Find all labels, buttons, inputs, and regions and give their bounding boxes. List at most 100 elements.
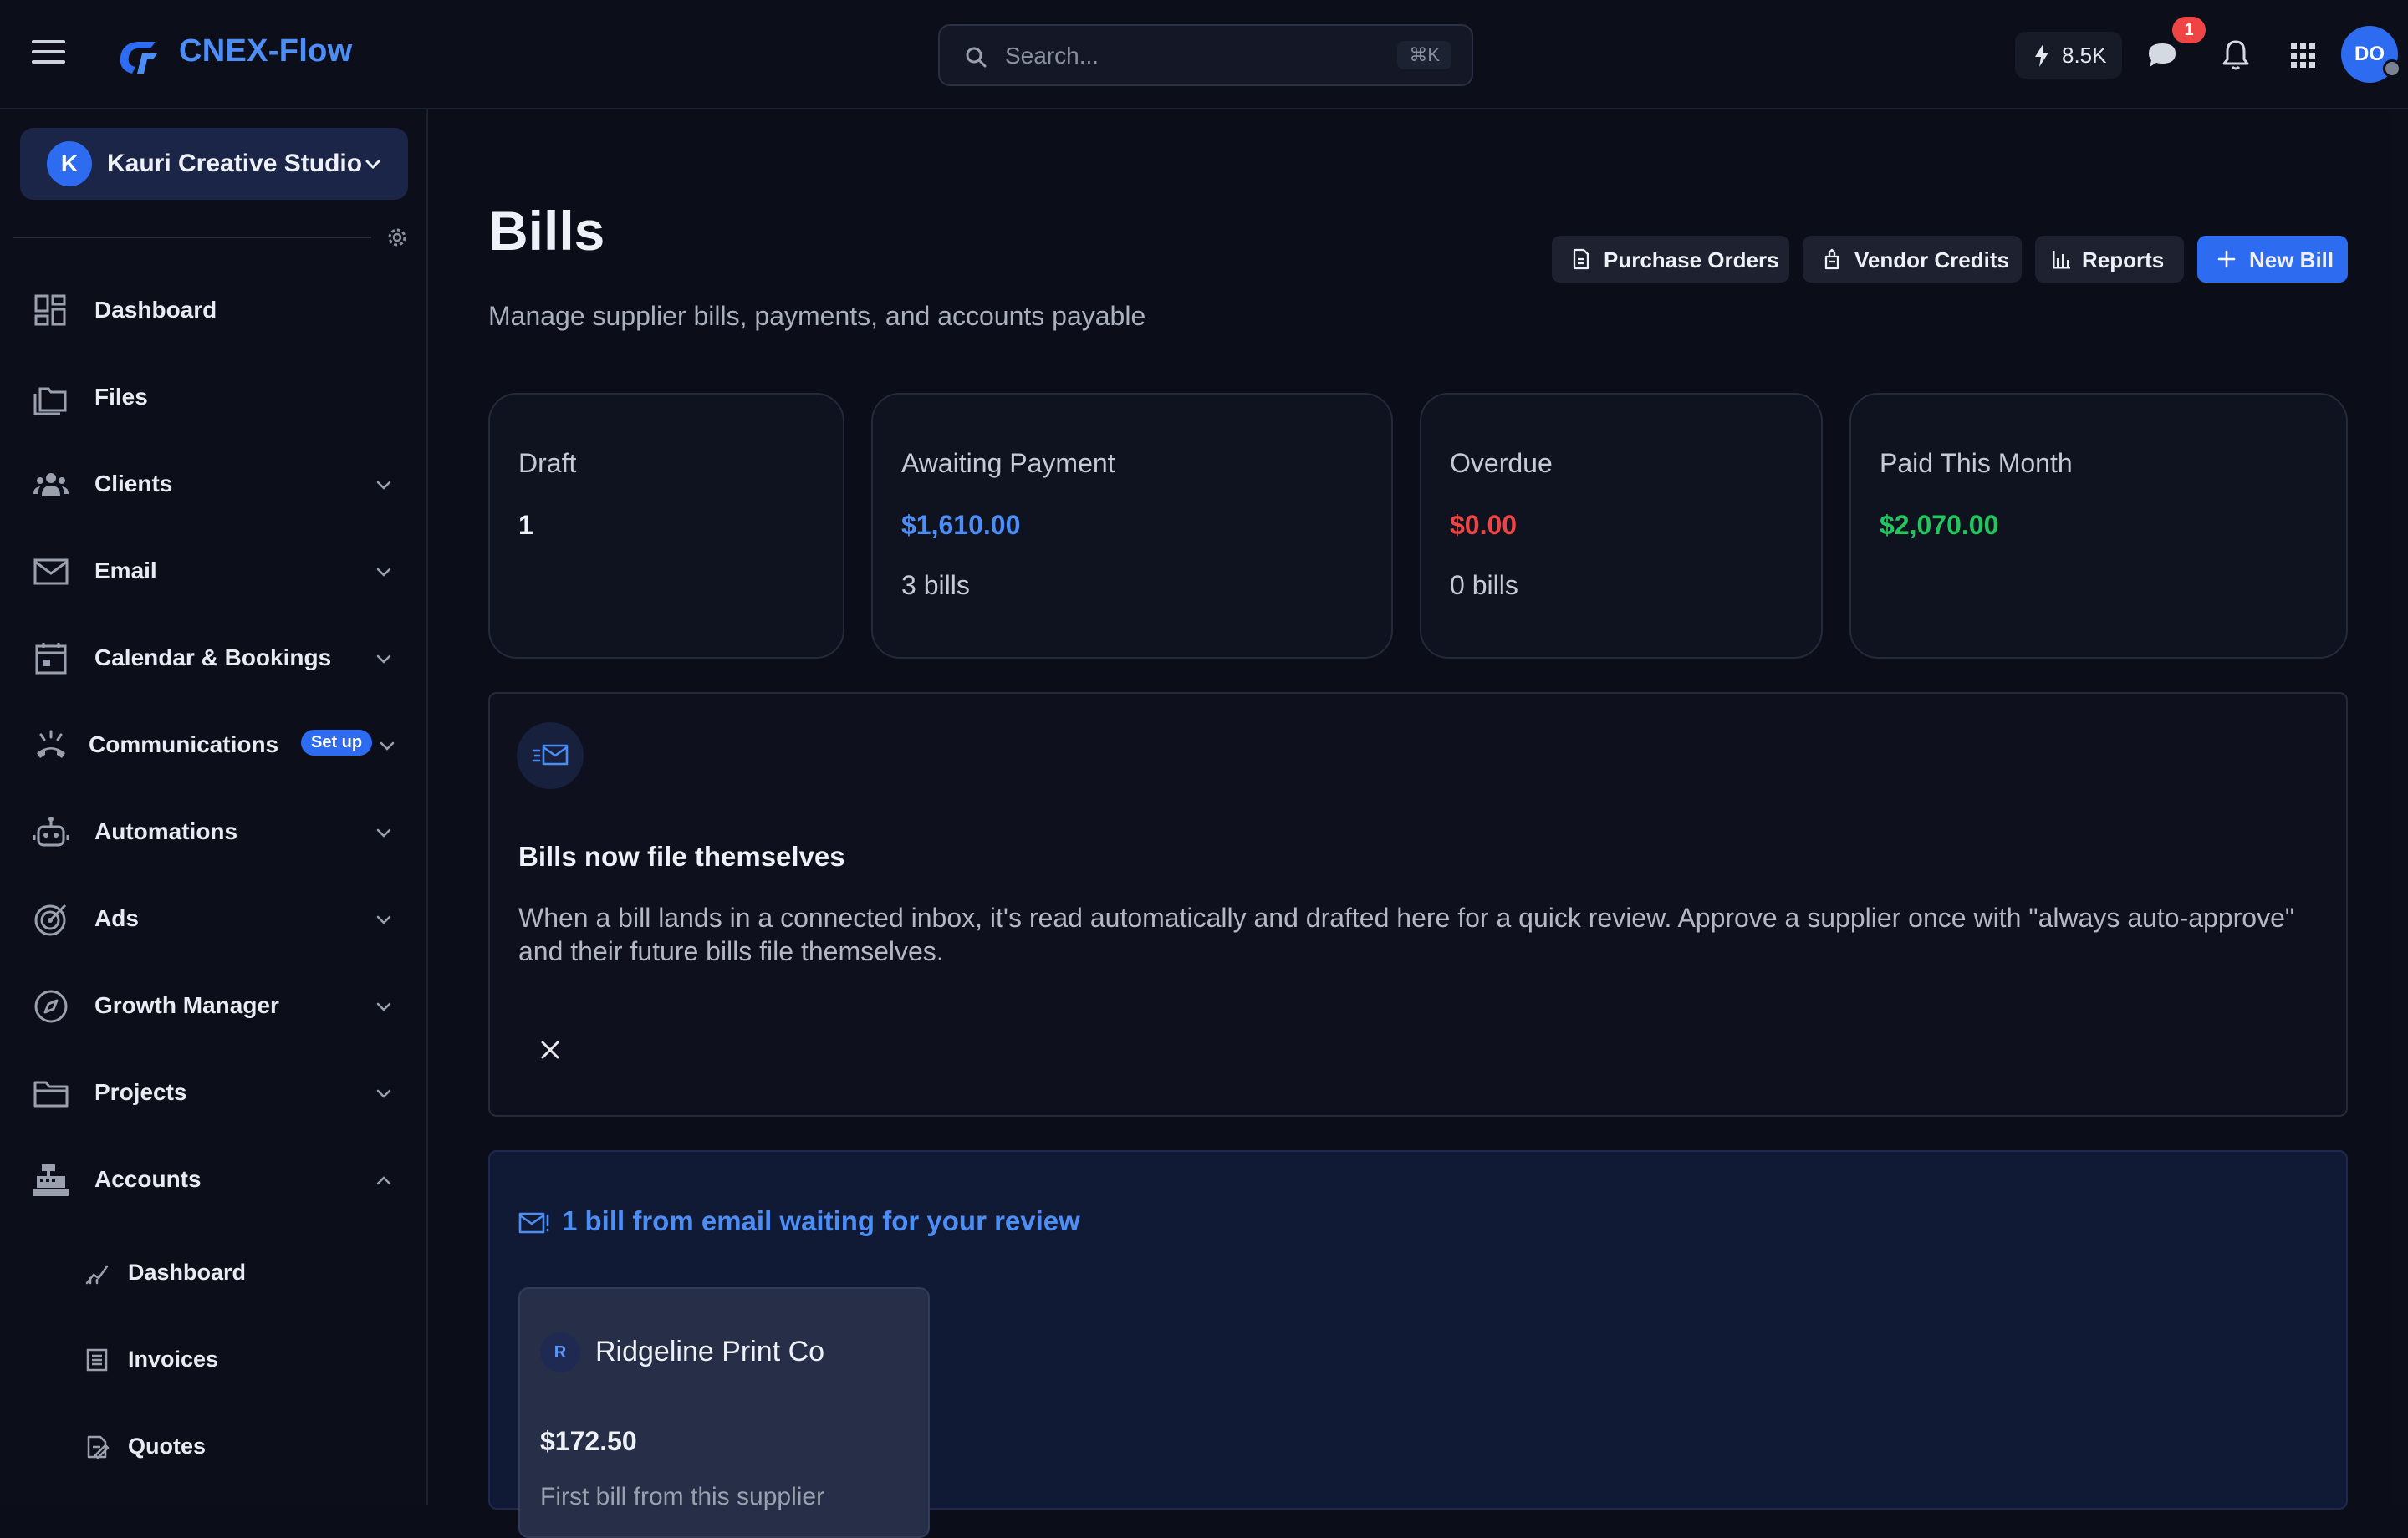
document-icon bbox=[1573, 248, 1589, 270]
button-label: Vendor Credits bbox=[1854, 247, 2009, 272]
app-name: CNEX-Flow bbox=[179, 33, 353, 69]
sidebar-item-label: Files bbox=[94, 384, 148, 410]
user-avatar[interactable]: DO bbox=[2341, 26, 2401, 83]
sidebar-item-label: Clients bbox=[94, 471, 173, 497]
stat-value: $2,070.00 bbox=[1880, 510, 1999, 540]
sidebar-subitem-invoices[interactable]: Invoices bbox=[0, 1327, 426, 1393]
vendor-avatar: R bbox=[540, 1332, 580, 1372]
purchase-orders-button[interactable]: Purchase Orders bbox=[1552, 236, 1789, 283]
org-avatar: K bbox=[47, 141, 92, 186]
banner-body: When a bill lands in a connected inbox, … bbox=[518, 903, 2295, 966]
top-bar: CNEX-Flow Search... ⌘K 8.5K 1 DO bbox=[0, 0, 2408, 109]
sidebar-item-label: Projects bbox=[94, 1079, 187, 1105]
credit-icon bbox=[1824, 248, 1839, 270]
sidebar-item-dashboard[interactable]: Dashboard bbox=[0, 277, 426, 344]
vendor-name: Ridgeline Print Co bbox=[595, 1336, 825, 1367]
chevron-down-icon bbox=[376, 1089, 391, 1098]
search-icon bbox=[966, 47, 987, 68]
sidebar-item-label: Email bbox=[94, 558, 157, 583]
sidebar-item-label: Ads bbox=[94, 905, 139, 931]
email-review-section: 1 bill from email waiting for your revie… bbox=[488, 1150, 2348, 1538]
sidebar-subitem-label: Quotes bbox=[128, 1434, 207, 1459]
sidebar-item-accounts[interactable]: Accounts bbox=[0, 1146, 426, 1213]
menu-icon[interactable] bbox=[32, 40, 65, 69]
search-input[interactable]: Search... ⌘K bbox=[938, 24, 1473, 86]
fast-mail-icon bbox=[532, 744, 569, 766]
close-icon[interactable] bbox=[538, 1038, 562, 1062]
sidebar-subitem-quotes[interactable]: Quotes bbox=[0, 1413, 426, 1480]
bell-icon[interactable] bbox=[2217, 37, 2254, 74]
review-heading: 1 bill from email waiting for your revie… bbox=[562, 1205, 1080, 1236]
avatar-initials: DO bbox=[2354, 43, 2385, 65]
files-icon bbox=[33, 387, 67, 415]
sidebar-item-label: Growth Manager bbox=[94, 992, 279, 1018]
sidebar-divider bbox=[13, 237, 371, 238]
chart-icon bbox=[85, 1265, 109, 1285]
gear-icon[interactable] bbox=[385, 225, 410, 250]
credits-button[interactable]: 8.5K bbox=[2015, 32, 2122, 79]
sidebar-subitem-label: Dashboard bbox=[128, 1260, 247, 1285]
sidebar-item-automations[interactable]: Automations bbox=[0, 798, 426, 865]
stat-label: Awaiting Payment bbox=[901, 448, 1115, 478]
chevron-down-icon bbox=[376, 1002, 391, 1011]
sidebar-item-calendar[interactable]: Calendar & Bookings bbox=[0, 624, 426, 691]
sidebar-item-label: Calendar & Bookings bbox=[94, 644, 332, 670]
button-label: Reports bbox=[2082, 247, 2165, 272]
target-icon bbox=[34, 904, 67, 936]
sidebar-item-label: Communications bbox=[89, 731, 279, 757]
status-dot bbox=[2383, 59, 2401, 78]
mail-alert-icon bbox=[518, 1212, 549, 1234]
bar-chart-icon bbox=[2053, 251, 2070, 269]
new-bill-button[interactable]: New Bill bbox=[2197, 236, 2348, 283]
sidebar-item-clients[interactable]: Clients bbox=[0, 451, 426, 517]
banner-icon-circle bbox=[517, 722, 584, 789]
vendor-credits-button[interactable]: Vendor Credits bbox=[1803, 236, 2022, 283]
sidebar-item-label: Automations bbox=[94, 818, 238, 844]
calendar-icon bbox=[35, 643, 67, 675]
sidebar-item-files[interactable]: Files bbox=[0, 364, 426, 430]
apps-grid-icon[interactable] bbox=[2284, 37, 2321, 74]
sidebar-item-projects[interactable]: Projects bbox=[0, 1059, 426, 1126]
bill-review-card[interactable]: R Ridgeline Print Co $172.50 First bill … bbox=[518, 1287, 930, 1538]
plus-icon bbox=[2217, 250, 2236, 268]
phone-icon bbox=[37, 730, 65, 758]
stat-card-draft: Draft 1 bbox=[488, 393, 844, 659]
info-banner: Bills now file themselves When a bill la… bbox=[488, 692, 2348, 1117]
messages-badge: 1 bbox=[2172, 17, 2206, 43]
sidebar-item-ads[interactable]: Ads bbox=[0, 885, 426, 952]
chevron-down-icon bbox=[376, 828, 391, 838]
bill-amount: $172.50 bbox=[540, 1426, 637, 1456]
credits-value: 8.5K bbox=[2062, 43, 2107, 68]
stat-label: Draft bbox=[518, 448, 577, 478]
bolt-icon bbox=[2035, 43, 2048, 67]
chevron-down-icon bbox=[365, 160, 380, 170]
search-placeholder: Search... bbox=[1005, 43, 1099, 69]
stat-value: $0.00 bbox=[1450, 510, 1518, 540]
sidebar-item-email[interactable]: Email bbox=[0, 537, 426, 604]
setup-badge: Set up bbox=[301, 730, 373, 756]
folder-icon bbox=[33, 1081, 69, 1108]
sidebar-item-label: Dashboard bbox=[94, 297, 217, 323]
stat-value: $1,610.00 bbox=[901, 510, 1021, 540]
dashboard-icon bbox=[34, 294, 66, 326]
button-label: New Bill bbox=[2249, 247, 2334, 272]
stat-card-paid-this-month: Paid This Month $2,070.00 bbox=[1849, 393, 2348, 659]
reports-button[interactable]: Reports bbox=[2035, 236, 2184, 283]
compass-icon bbox=[34, 990, 68, 1023]
chevron-down-icon bbox=[376, 654, 391, 664]
scrollbar[interactable] bbox=[2393, 109, 2408, 1505]
sidebar-subitem-label: Invoices bbox=[128, 1347, 219, 1372]
sidebar-subitem-dashboard[interactable]: Dashboard bbox=[0, 1240, 426, 1306]
org-switcher[interactable]: K Kauri Creative Studio bbox=[20, 128, 408, 200]
banner-title: Bills now file themselves bbox=[518, 841, 845, 872]
stat-card-overdue: Overdue $0.00 0 bills bbox=[1420, 393, 1823, 659]
stat-subtext: 3 bills bbox=[901, 570, 970, 600]
button-label: Purchase Orders bbox=[1604, 247, 1779, 272]
chat-icon[interactable] bbox=[2144, 37, 2181, 74]
stat-card-awaiting-payment: Awaiting Payment $1,610.00 3 bills bbox=[871, 393, 1393, 659]
sidebar: K Kauri Creative Studio Dashboard Files bbox=[0, 109, 428, 1505]
chevron-down-icon bbox=[376, 915, 391, 924]
stat-label: Overdue bbox=[1450, 448, 1553, 478]
sidebar-item-communications[interactable]: Communications Set up bbox=[0, 711, 426, 778]
sidebar-item-growth-manager[interactable]: Growth Manager bbox=[0, 972, 426, 1039]
